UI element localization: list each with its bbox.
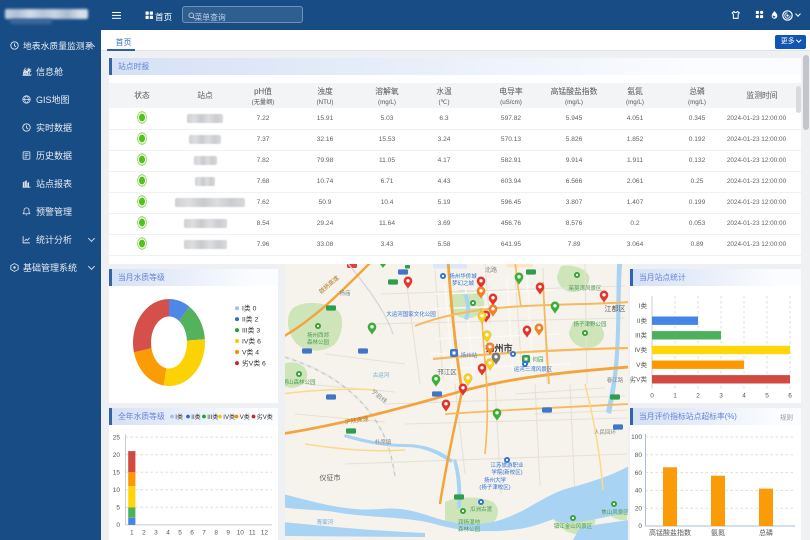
svg-text:江都区: 江都区 bbox=[605, 305, 626, 313]
svg-text:茱萸湾风景区: 茱萸湾风景区 bbox=[568, 284, 602, 292]
svg-text:扬州华侨城: 扬州华侨城 bbox=[449, 272, 477, 280]
svg-text:镇江金山风景区: 镇江金山风景区 bbox=[554, 522, 593, 530]
svg-text:邗江区: 邗江区 bbox=[437, 368, 457, 376]
svg-text:扬州站: 扬州站 bbox=[461, 351, 478, 359]
svg-text:润扬湿地: 润扬湿地 bbox=[458, 518, 481, 526]
svg-text:何园: 何园 bbox=[532, 356, 544, 364]
svg-text:大运河国家文化公园: 大运河国家文化公园 bbox=[386, 310, 436, 318]
svg-text:铜山森林公园: 铜山森林公园 bbox=[285, 378, 316, 386]
svg-text:胥家河: 胥家河 bbox=[317, 518, 334, 526]
svg-text:扬州大学: 扬州大学 bbox=[484, 476, 507, 484]
svg-text:人民回环: 人民回环 bbox=[594, 429, 617, 436]
svg-text:朴席镇: 朴席镇 bbox=[375, 438, 392, 446]
svg-text:瓜洲古渡: 瓜洲古渡 bbox=[470, 505, 493, 513]
svg-text:春江路: 春江路 bbox=[607, 376, 624, 384]
svg-text:江苏旅游职业: 江苏旅游职业 bbox=[490, 461, 524, 469]
svg-text:焦山风景区: 焦山风景区 bbox=[601, 508, 628, 516]
svg-text:古运河: 古运河 bbox=[373, 371, 390, 379]
svg-text:森林公园: 森林公园 bbox=[458, 525, 481, 533]
svg-text:北路: 北路 bbox=[485, 266, 497, 274]
svg-text:(扬子津校区): (扬子津校区) bbox=[479, 483, 510, 491]
svg-text:学院(新校区): 学院(新校区) bbox=[491, 468, 522, 476]
svg-text:梦幻之城: 梦幻之城 bbox=[452, 279, 475, 287]
svg-text:仪征市: 仪征市 bbox=[320, 473, 341, 482]
svg-text:杨庙: 杨庙 bbox=[339, 289, 351, 297]
svg-text:扬子津野公园: 扬子津野公园 bbox=[573, 320, 607, 328]
svg-text:森林公园: 森林公园 bbox=[307, 338, 330, 346]
svg-text:运河三湾风景区: 运河三湾风景区 bbox=[514, 365, 553, 373]
svg-text:扬州西郊: 扬州西郊 bbox=[307, 331, 330, 339]
